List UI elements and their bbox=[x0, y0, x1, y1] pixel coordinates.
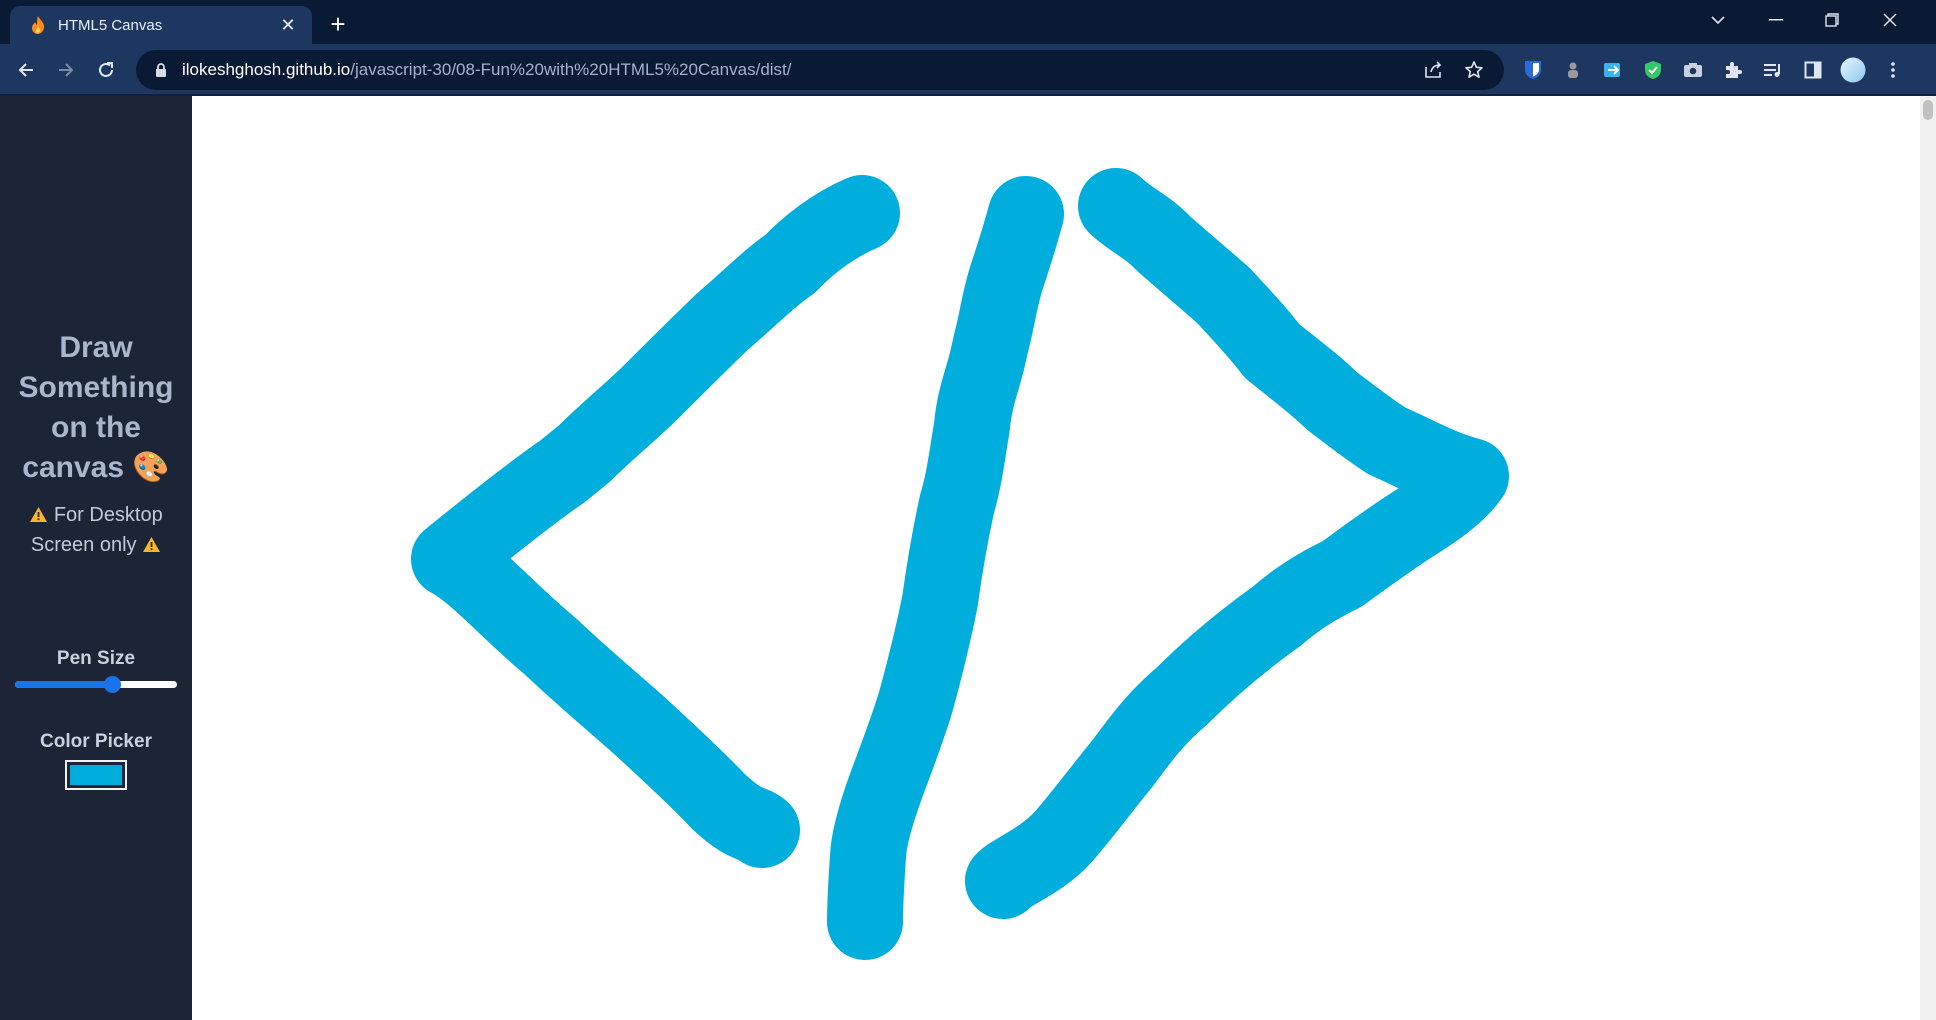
pen-size-slider[interactable] bbox=[15, 676, 177, 693]
palette-emoji: 🎨 bbox=[132, 451, 170, 484]
camera-icon[interactable] bbox=[1680, 57, 1706, 83]
address-bar[interactable]: ilokeshghosh.github.io/javascript-30/08-… bbox=[136, 50, 1504, 90]
url-host: ilokeshghosh.github.io bbox=[182, 60, 351, 79]
lock-icon[interactable] bbox=[150, 59, 172, 81]
ext-person-icon[interactable] bbox=[1560, 57, 1586, 83]
profile-avatar-icon[interactable] bbox=[1840, 57, 1866, 83]
flame-favicon-icon bbox=[28, 15, 48, 35]
forward-arrow-icon[interactable] bbox=[50, 54, 82, 86]
color-picker-value bbox=[70, 765, 122, 785]
tab-strip: HTML5 Canvas ✕ + bbox=[0, 0, 1936, 44]
desktop-only-note: For Desktop Screen only bbox=[0, 500, 192, 560]
warning-icon bbox=[30, 507, 48, 522]
pen-size-label: Pen Size bbox=[56, 648, 136, 669]
new-tab-button[interactable]: + bbox=[322, 8, 354, 40]
menu-icon[interactable] bbox=[1880, 57, 1906, 83]
reload-icon[interactable] bbox=[90, 54, 122, 86]
pen-size-fill bbox=[15, 681, 113, 688]
restore-window-icon[interactable] bbox=[1804, 0, 1860, 40]
controls-sidebar: Draw Something on the canvas 🎨 For Deskt… bbox=[0, 96, 192, 1020]
url-path: /javascript-30/08-Fun%20with%20HTML5%20C… bbox=[350, 60, 792, 79]
slash-stroke bbox=[827, 176, 1064, 960]
close-window-icon[interactable] bbox=[1862, 0, 1918, 40]
puzzle-icon[interactable] bbox=[1720, 57, 1746, 83]
warning-icon bbox=[143, 537, 161, 552]
minimize-icon[interactable] bbox=[1748, 0, 1804, 40]
browser-toolbar: ilokeshghosh.github.io/javascript-30/08-… bbox=[0, 44, 1936, 96]
right-chevron-stroke bbox=[965, 168, 1509, 919]
scrollbar-thumb[interactable] bbox=[1923, 100, 1933, 120]
share-icon[interactable] bbox=[1422, 58, 1446, 82]
tab-close-icon[interactable]: ✕ bbox=[276, 15, 300, 36]
tab-title: HTML5 Canvas bbox=[58, 16, 163, 34]
shield-check-icon[interactable] bbox=[1640, 57, 1666, 83]
tab-search-chevron-icon[interactable] bbox=[1690, 0, 1746, 40]
browser-tab[interactable]: HTML5 Canvas ✕ bbox=[10, 6, 312, 44]
bookmark-star-icon[interactable] bbox=[1462, 58, 1486, 82]
color-picker-swatch[interactable] bbox=[65, 760, 127, 790]
page-scrollbar[interactable] bbox=[1920, 96, 1936, 1020]
ext-share-icon[interactable] bbox=[1600, 57, 1626, 83]
drawing-surface bbox=[411, 168, 1509, 960]
pen-size-thumb[interactable] bbox=[104, 676, 122, 693]
bitwarden-icon[interactable] bbox=[1520, 57, 1546, 83]
back-arrow-icon[interactable] bbox=[10, 54, 42, 86]
drawing-canvas[interactable] bbox=[192, 96, 1920, 1020]
url-text[interactable]: ilokeshghosh.github.io/javascript-30/08-… bbox=[182, 60, 792, 80]
left-chevron-stroke bbox=[411, 175, 900, 868]
color-picker-label: Color Picker bbox=[40, 731, 152, 752]
side-panel-icon[interactable] bbox=[1800, 57, 1826, 83]
media-queue-icon[interactable] bbox=[1760, 57, 1786, 83]
page-title: Draw Something on the canvas 🎨 bbox=[0, 328, 192, 488]
